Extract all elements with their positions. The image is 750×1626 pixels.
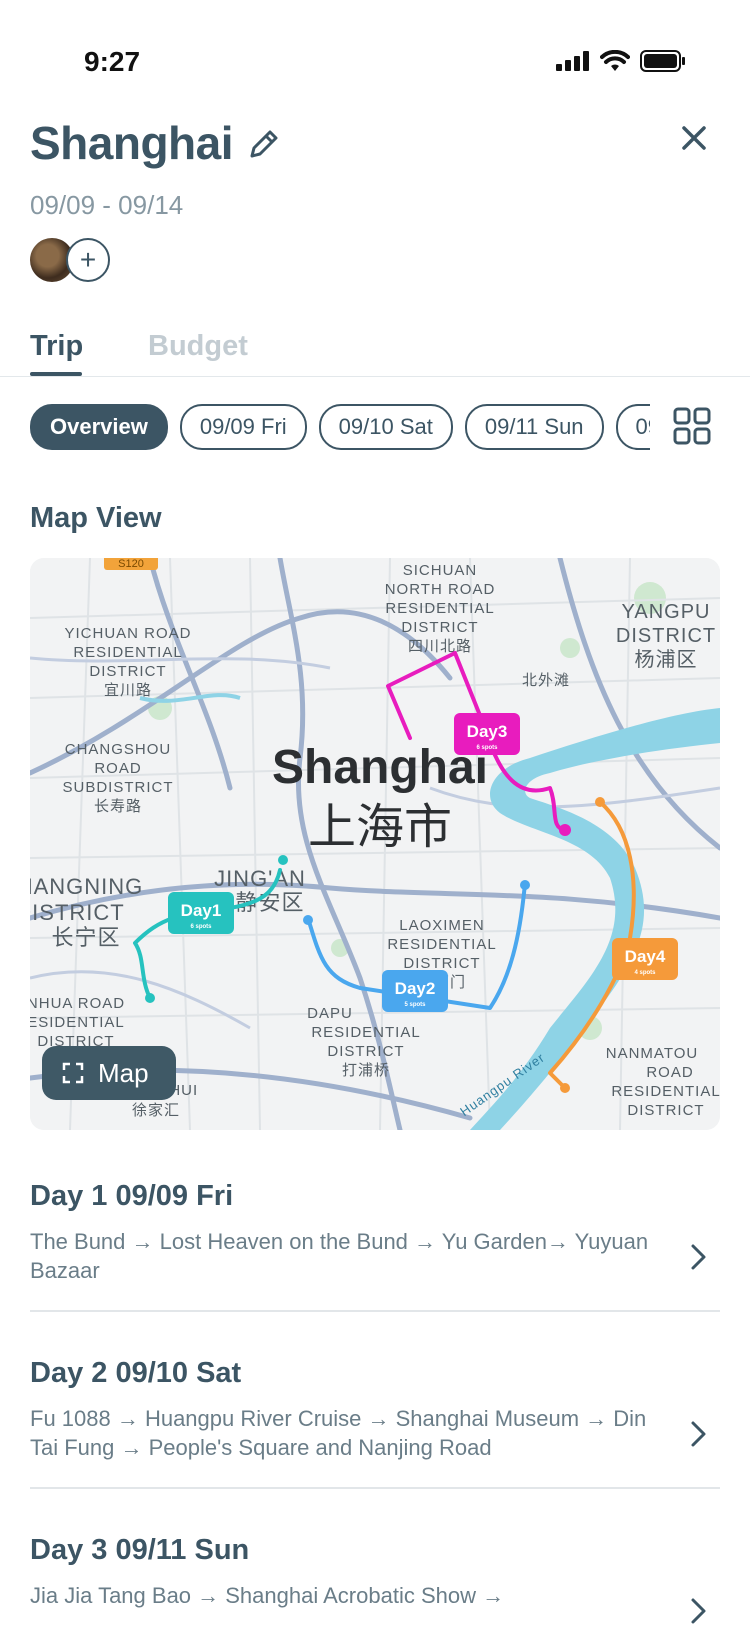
chip-day-1[interactable]: 09/09 Fri bbox=[179, 404, 307, 450]
grid-view-icon[interactable] bbox=[672, 406, 712, 446]
divider bbox=[30, 1310, 720, 1312]
map-label: DISTRICT bbox=[403, 955, 480, 972]
map-label: 杨浦区 bbox=[635, 648, 698, 671]
plus-icon: + bbox=[79, 244, 97, 275]
expand-icon bbox=[62, 1062, 84, 1084]
map-label: 徐家汇 bbox=[132, 1102, 180, 1119]
tab-budget[interactable]: Budget bbox=[148, 330, 248, 363]
close-icon[interactable] bbox=[676, 120, 712, 156]
map-label: ROAD bbox=[94, 760, 141, 777]
map-label: RESIDENTIAL bbox=[611, 1083, 720, 1100]
map-label: 四川北路 bbox=[408, 638, 472, 655]
day-item-3[interactable]: Day 3 09/11 Sun Jia Jia Tang Bao → Shang… bbox=[30, 1534, 720, 1624]
map-label: YANGPU bbox=[622, 601, 711, 623]
map-label: HANGNING bbox=[30, 874, 143, 899]
map-label: RESIDENTIAL bbox=[311, 1024, 420, 1041]
chip-day-2[interactable]: 09/10 Sat bbox=[318, 404, 453, 450]
chevron-right-icon bbox=[691, 1244, 706, 1270]
chevron-right-icon bbox=[691, 1421, 706, 1447]
map-label: DISTRICT bbox=[616, 625, 716, 647]
map-label: NHUA ROAD bbox=[30, 995, 125, 1012]
map-label: DISTRICT bbox=[89, 663, 166, 680]
map-label: RESIDENTIAL bbox=[387, 936, 496, 953]
map-label: 宜川路 bbox=[104, 682, 152, 699]
wifi-icon bbox=[600, 50, 630, 71]
map-label: SUBDISTRICT bbox=[62, 779, 173, 796]
route-badge-label: Day3 bbox=[467, 722, 508, 741]
status-indicators bbox=[556, 50, 686, 72]
route-badge-sub: 5 spots bbox=[404, 1002, 426, 1008]
map-label: SICHUAN bbox=[403, 562, 478, 579]
add-member-button[interactable]: + bbox=[66, 238, 110, 282]
page-title: Shanghai bbox=[30, 117, 234, 169]
map-label: DAPU bbox=[307, 1005, 353, 1022]
route-badge-label: Day1 bbox=[181, 901, 222, 920]
map-city-name-cn: 上海市 bbox=[308, 801, 452, 854]
route-badge-sub: 6 spots bbox=[190, 924, 212, 930]
map-label: 北外滩 bbox=[522, 672, 570, 689]
map-label: 打浦桥 bbox=[342, 1062, 390, 1079]
pencil-icon[interactable] bbox=[246, 126, 282, 162]
map-label: 长宁区 bbox=[51, 925, 120, 950]
day-route: The Bund → Lost Heaven on the Bund → Yu … bbox=[30, 1229, 649, 1283]
chip-day-3[interactable]: 09/11 Sun bbox=[464, 404, 604, 450]
map-label: ROAD bbox=[646, 1064, 693, 1081]
tab-divider bbox=[0, 376, 750, 377]
day-item-1[interactable]: Day 1 09/09 Fri The Bund → Lost Heaven o… bbox=[30, 1180, 720, 1285]
map-label: LAOXIMEN bbox=[399, 917, 485, 934]
divider bbox=[30, 1487, 720, 1489]
day-title: Day 2 09/10 Sat bbox=[30, 1357, 242, 1389]
map-view-title: Map View bbox=[30, 502, 162, 534]
day-route: Fu 1088 → Huangpu River Cruise → Shangha… bbox=[30, 1406, 647, 1460]
battery-icon bbox=[640, 50, 685, 72]
day-title: Day 1 09/09 Fri bbox=[30, 1180, 234, 1212]
day-item-2[interactable]: Day 2 09/10 Sat Fu 1088 → Huangpu River … bbox=[30, 1357, 720, 1462]
map-label: 长寿路 bbox=[94, 798, 142, 815]
map-label: CHANGSHOU bbox=[65, 741, 172, 758]
route-badge-sub: 4 spots bbox=[634, 970, 656, 976]
tab-trip[interactable]: Trip bbox=[30, 330, 83, 363]
chip-day-4[interactable]: 09/12 Mon bbox=[615, 404, 650, 450]
map-label: RESIDENTIAL bbox=[385, 600, 494, 617]
open-map-label: Map bbox=[98, 1057, 149, 1088]
map-label: NORTH ROAD bbox=[385, 581, 496, 598]
open-map-button[interactable]: Map bbox=[42, 1046, 176, 1100]
map-label: S120 bbox=[118, 558, 144, 570]
map-label: ESIDENTIAL bbox=[30, 1014, 125, 1031]
map-label: JING'AN bbox=[214, 866, 306, 891]
chevron-right-icon bbox=[691, 1598, 706, 1624]
route-badge-sub: 6 spots bbox=[476, 745, 498, 751]
trip-map[interactable]: S120 SICHUAN NORTH ROAD RESIDENTIAL DIST… bbox=[30, 558, 720, 1130]
cellular-signal-icon bbox=[556, 51, 589, 71]
map-label: DISTRICT bbox=[30, 900, 125, 925]
chip-overview[interactable]: Overview bbox=[30, 404, 168, 450]
map-label: DISTRICT bbox=[627, 1102, 704, 1119]
trip-dates: 09/09 - 09/14 bbox=[30, 190, 184, 220]
route-badge-label: Day4 bbox=[625, 947, 666, 966]
map-label: DISTRICT bbox=[327, 1043, 404, 1060]
map-label: YICHUAN ROAD bbox=[64, 625, 191, 642]
day-chip-bar: Overview 09/09 Fri 09/10 Sat 09/11 Sun 0… bbox=[30, 404, 650, 450]
day-route: Jia Jia Tang Bao → Shanghai Acrobatic Sh… bbox=[30, 1583, 505, 1608]
status-time: 9:27 bbox=[84, 46, 141, 77]
map-label: DISTRICT bbox=[401, 619, 478, 636]
map-label: RESIDENTIAL bbox=[73, 644, 182, 661]
day-title: Day 3 09/11 Sun bbox=[30, 1534, 250, 1566]
route-badge-label: Day2 bbox=[395, 979, 436, 998]
map-label: NANMATOU bbox=[606, 1045, 698, 1062]
